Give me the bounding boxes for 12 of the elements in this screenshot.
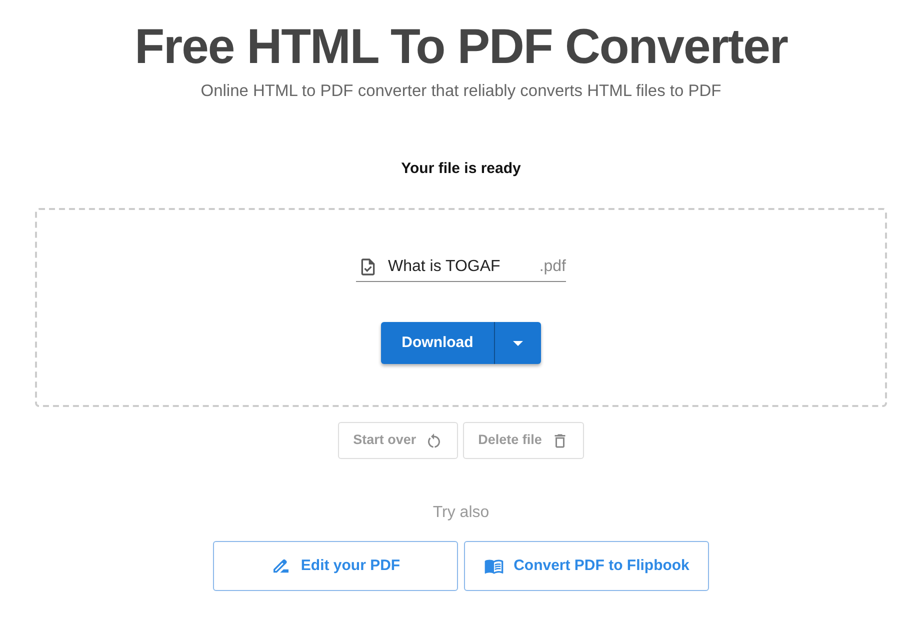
tool-link-button[interactable]: Convert PDF to Flipbook — [464, 541, 709, 591]
download-button[interactable]: Download — [381, 322, 495, 364]
try-also-heading: Try also — [432, 503, 490, 523]
file-extension: .pdf — [539, 256, 566, 276]
secondary-action-button[interactable]: Start over — [338, 422, 458, 459]
filename-field[interactable]: What is TOGAF .pdf — [356, 252, 566, 282]
tool-link-button[interactable]: Edit your PDF — [213, 541, 458, 591]
status-heading: Your file is ready — [401, 159, 521, 179]
caret-icon — [513, 340, 523, 346]
page-subtitle: Online HTML to PDF converter that reliably converts HTML files to PDF — [200, 81, 722, 102]
secondary-action-button[interactable]: Delete file — [463, 422, 584, 459]
page-title: Free HTML To PDF Converter — [134, 19, 788, 76]
